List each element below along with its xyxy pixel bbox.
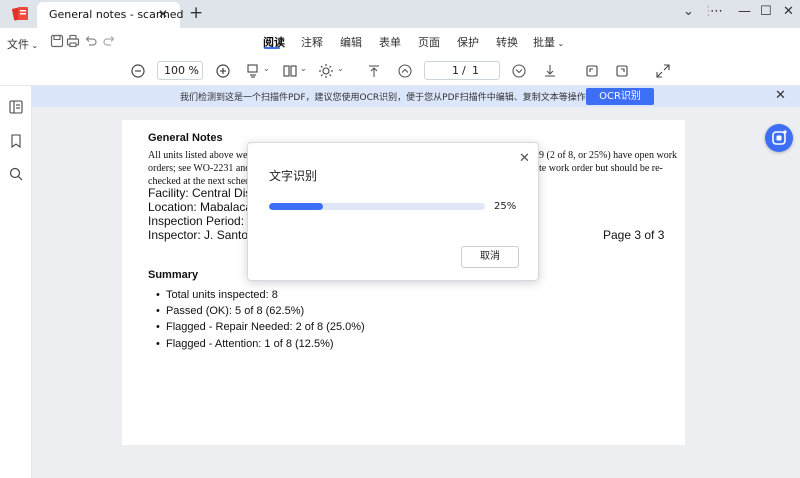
summary-item-text: Flagged - Repair Needed: 2 of 8 (25.0%) xyxy=(165,321,365,333)
zoom-out-icon[interactable] xyxy=(130,63,146,79)
menu-bar: 文件 ⌄ 阅读 注释 编辑 表单 页面 保护 转换 批量 ⌄ xyxy=(0,28,800,56)
notes-line-1-end: 9 (2 of 8, or 25%) have open work xyxy=(539,150,678,161)
ai-assistant-icon xyxy=(772,130,787,145)
tab-list-chevron-icon[interactable]: ⌄ xyxy=(683,4,694,19)
ocr-suggestion-banner: 我们检测到这是一个扫描件PDF，建议您使用OCR识别，便于您从PDF扫描件中编辑… xyxy=(0,86,800,107)
chevron-down-icon: ⌄ xyxy=(555,39,565,48)
notes-line-2-end: te work order but should be re- xyxy=(539,163,663,174)
chevron-down-icon[interactable]: ⌄ xyxy=(300,64,307,73)
summary-item-text: Passed (OK): 5 of 8 (62.5%) xyxy=(165,305,305,317)
more-menu-icon[interactable]: ⋯ xyxy=(710,4,723,19)
page-number-input[interactable]: 1 / 1 xyxy=(424,61,500,80)
ocr-progress-dialog: 文字识别 ✕ 25% 取消 xyxy=(247,142,539,281)
summary-heading: Summary xyxy=(148,269,199,281)
cancel-button[interactable]: 取消 xyxy=(461,246,519,268)
undo-icon[interactable] xyxy=(84,34,98,48)
document-tab[interactable]: General notes - scanned ✕ xyxy=(37,2,184,28)
notes-line-1-start: All units listed above were xyxy=(148,150,256,161)
first-page-icon[interactable] xyxy=(366,63,382,79)
tab-page[interactable]: 页面 xyxy=(418,34,440,50)
tab-convert[interactable]: 转换 xyxy=(496,34,518,50)
progress-percent: 25% xyxy=(494,201,517,212)
tab-edit[interactable]: 编辑 xyxy=(340,34,362,50)
summary-item-text: Flagged - Attention: 1 of 8 (12.5%) xyxy=(165,338,334,350)
select-tool-icon[interactable] xyxy=(245,63,261,79)
tab-close-icon[interactable]: ✕ xyxy=(158,7,168,21)
zoom-select[interactable]: 100 % ⌄ xyxy=(157,61,203,80)
chevron-down-icon[interactable]: ⌄ xyxy=(337,64,344,73)
location-line: Location: Mabalacat xyxy=(148,200,256,214)
new-tab-icon[interactable]: + xyxy=(189,3,203,23)
save-icon[interactable] xyxy=(50,34,64,48)
rotate-left-icon[interactable] xyxy=(584,63,600,79)
brightness-icon[interactable] xyxy=(318,63,334,79)
bookmark-icon[interactable] xyxy=(8,133,24,149)
maximize-icon[interactable]: ☐ xyxy=(760,4,772,19)
app-logo-icon xyxy=(12,7,28,21)
chevron-down-icon: ⌄ xyxy=(29,41,39,50)
search-icon[interactable] xyxy=(8,166,24,182)
total-pages: 1 xyxy=(472,64,479,77)
rotate-right-icon[interactable] xyxy=(614,63,630,79)
dialog-close-icon[interactable]: ✕ xyxy=(519,151,530,166)
banner-close-icon[interactable]: ✕ xyxy=(775,88,786,103)
chevron-down-icon[interactable]: ⌄ xyxy=(263,64,270,73)
tab-batch[interactable]: 批量 ⌄ xyxy=(533,34,564,50)
summary-item: • Flagged - Attention: 1 of 8 (12.5%) xyxy=(156,338,334,350)
facility-line: Facility: Central Distr xyxy=(148,186,259,200)
thumbnails-icon[interactable] xyxy=(8,99,24,115)
fullscreen-icon[interactable] xyxy=(655,63,671,79)
previous-page-icon[interactable] xyxy=(397,63,413,79)
summary-item: • Total units inspected: 8 xyxy=(156,289,278,301)
progress-bar xyxy=(269,203,485,210)
summary-item-text: Total units inspected: 8 xyxy=(165,289,278,301)
dialog-title: 文字识别 xyxy=(269,169,318,183)
title-bar: General notes - scanned ✕ + ⌄ ⋮ ⋯ — ☐ ✕ xyxy=(0,0,800,28)
notes-heading: General Notes xyxy=(148,132,223,144)
tab-annotate[interactable]: 注释 xyxy=(301,34,323,50)
page-label: Page 3 of 3 xyxy=(603,228,665,242)
redo-icon[interactable] xyxy=(102,34,116,48)
ai-assistant-button[interactable] xyxy=(765,124,793,152)
ocr-button[interactable]: OCR识别 xyxy=(586,88,654,105)
last-page-icon[interactable] xyxy=(542,63,558,79)
active-tab-indicator xyxy=(264,47,280,49)
progress-fill xyxy=(269,203,323,210)
zoom-in-icon[interactable] xyxy=(215,63,231,79)
chevron-down-icon: ⌄ xyxy=(192,64,199,73)
current-page: 1 xyxy=(452,64,459,77)
toolbar: 100 % ⌄ ⌄ ⌄ ⌄ 1 / 1 xyxy=(0,56,800,86)
print-icon[interactable] xyxy=(66,34,80,48)
notes-line-2-start: orders; see WO-2231 and xyxy=(148,163,251,174)
left-sidebar xyxy=(0,86,32,478)
page-separator: / xyxy=(462,64,466,77)
summary-item: • Flagged - Repair Needed: 2 of 8 (25.0%… xyxy=(156,321,365,333)
inspection-period-line: Inspection Period: 01 xyxy=(148,214,261,228)
window-close-icon[interactable]: ✕ xyxy=(783,4,794,19)
banner-message: 我们检测到这是一个扫描件PDF，建议您使用OCR识别，便于您从PDF扫描件中编辑… xyxy=(180,93,595,103)
minimize-icon[interactable]: — xyxy=(738,4,751,19)
tab-protect[interactable]: 保护 xyxy=(457,34,479,50)
page-layout-icon[interactable] xyxy=(282,63,298,79)
file-menu-label: 文件 xyxy=(7,38,29,51)
inspector-line: Inspector: J. Santos, xyxy=(148,228,258,242)
summary-item: • Passed (OK): 5 of 8 (62.5%) xyxy=(156,305,305,317)
tab-batch-label: 批量 xyxy=(533,36,555,49)
file-menu[interactable]: 文件 ⌄ xyxy=(7,36,38,52)
next-page-icon[interactable] xyxy=(511,63,527,79)
tab-form[interactable]: 表单 xyxy=(379,34,401,50)
